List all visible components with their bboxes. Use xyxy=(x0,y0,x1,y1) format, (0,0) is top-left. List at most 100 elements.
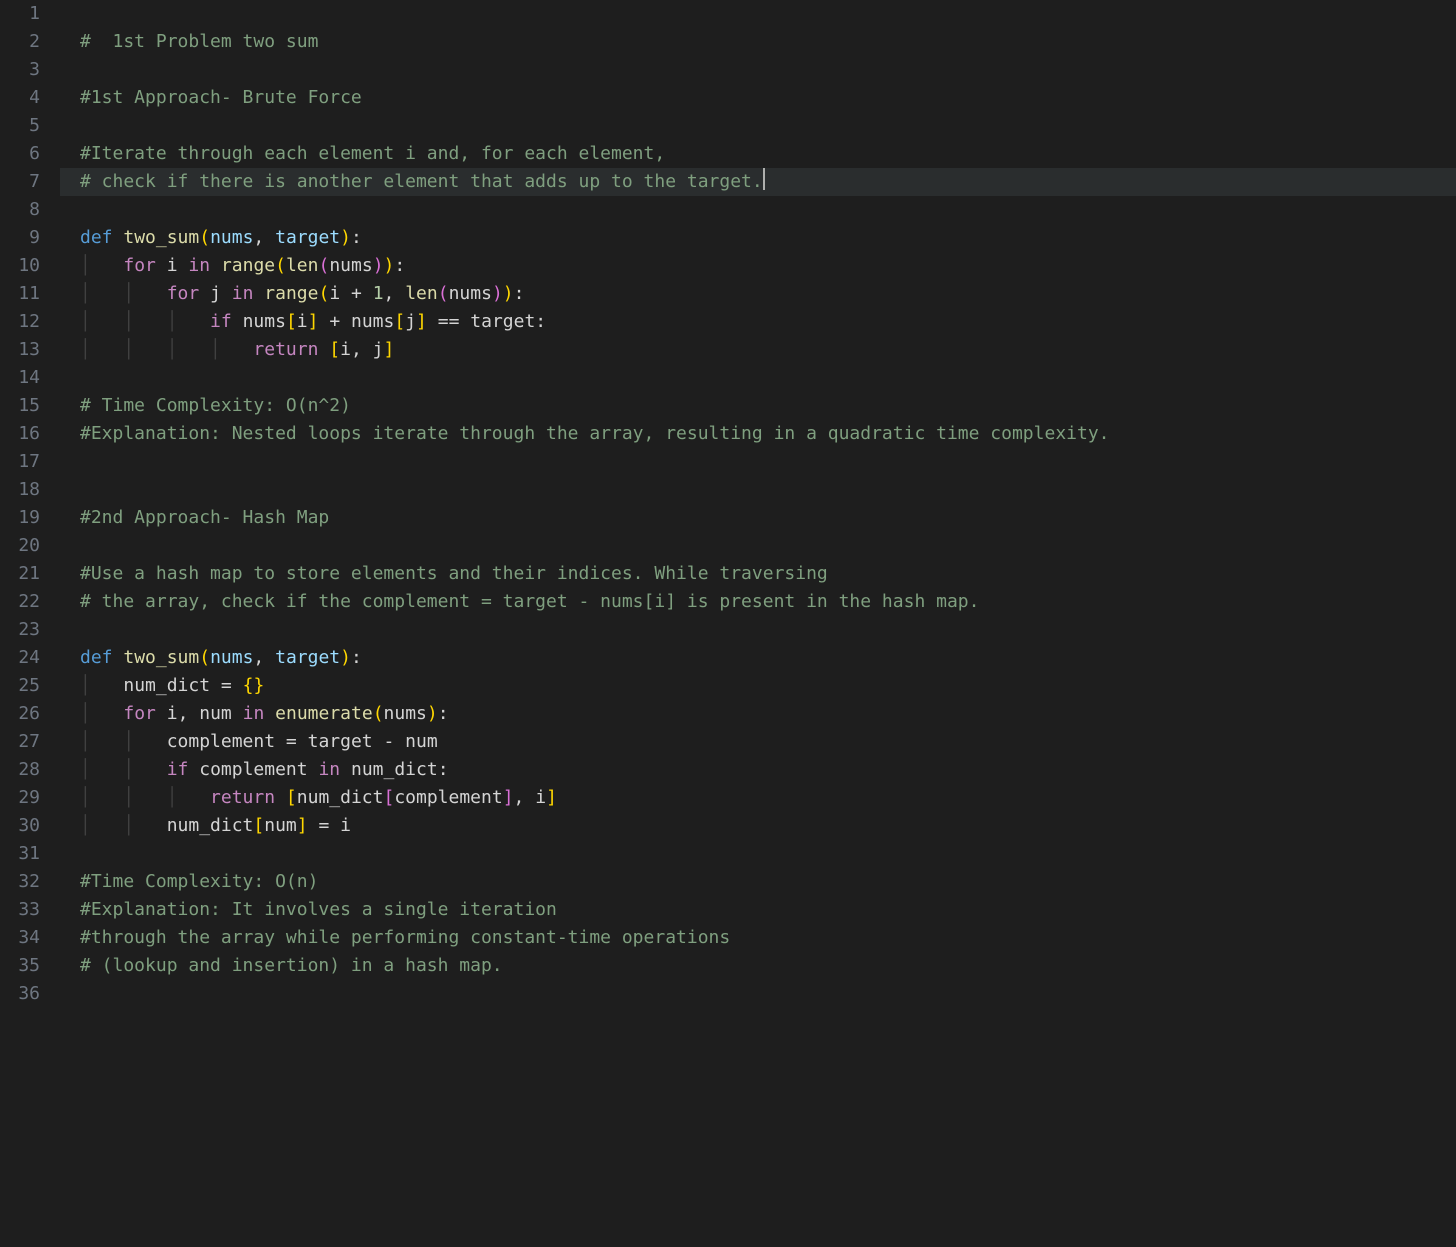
line-number: 36 xyxy=(0,980,40,1008)
token: : xyxy=(438,703,449,724)
code-line[interactable]: │ for i in range(len(nums)): xyxy=(80,252,1456,280)
token: in xyxy=(318,759,340,780)
token xyxy=(427,311,438,332)
token: ) xyxy=(373,255,384,276)
token: # (lookup and insertion) in a hash map. xyxy=(80,955,503,976)
token: : xyxy=(351,647,362,668)
code-line[interactable] xyxy=(80,448,1456,476)
token: : xyxy=(514,283,525,304)
token xyxy=(275,731,286,752)
token xyxy=(275,787,286,808)
code-line[interactable]: │ │ │ │ return [i, j] xyxy=(80,336,1456,364)
code-line[interactable] xyxy=(80,112,1456,140)
code-line[interactable]: #1st Approach- Brute Force xyxy=(80,84,1456,112)
token: j xyxy=(405,311,416,332)
token xyxy=(362,283,373,304)
token: # check if there is another element that… xyxy=(80,171,763,192)
token: nums xyxy=(351,311,394,332)
code-line[interactable] xyxy=(80,0,1456,28)
code-line[interactable]: # the array, check if the complement = t… xyxy=(80,588,1456,616)
token: #Time Complexity: O(n) xyxy=(80,871,318,892)
code-editor[interactable]: 1234567891011121314151617181920212223242… xyxy=(0,0,1456,1247)
code-line[interactable] xyxy=(80,980,1456,1008)
line-number: 15 xyxy=(0,392,40,420)
token xyxy=(188,703,199,724)
code-line[interactable] xyxy=(80,616,1456,644)
code-line[interactable]: # Time Complexity: O(n^2) xyxy=(80,392,1456,420)
token: def xyxy=(80,647,113,668)
token: , xyxy=(514,787,525,808)
token: 1 xyxy=(373,283,384,304)
token xyxy=(199,283,210,304)
code-line[interactable]: #Time Complexity: O(n) xyxy=(80,868,1456,896)
line-number: 24 xyxy=(0,644,40,672)
token: def xyxy=(80,227,113,248)
code-line[interactable]: #Iterate through each element i and, for… xyxy=(80,140,1456,168)
token: nums xyxy=(329,255,372,276)
token xyxy=(113,647,124,668)
token: │ xyxy=(80,675,123,696)
token: in xyxy=(232,283,254,304)
line-number-gutter: 1234567891011121314151617181920212223242… xyxy=(0,0,60,1247)
token xyxy=(340,311,351,332)
line-number: 32 xyxy=(0,868,40,896)
code-line[interactable] xyxy=(80,476,1456,504)
token: │ │ xyxy=(80,759,167,780)
code-line[interactable]: │ for i, num in enumerate(nums): xyxy=(80,700,1456,728)
token: nums xyxy=(210,227,253,248)
token: ( xyxy=(275,255,286,276)
token xyxy=(394,283,405,304)
token: == xyxy=(438,311,460,332)
token: #2nd Approach- Hash Map xyxy=(80,507,329,528)
code-line[interactable]: # (lookup and insertion) in a hash map. xyxy=(80,952,1456,980)
code-line[interactable] xyxy=(80,364,1456,392)
code-line[interactable]: │ │ │ return [num_dict[complement], i] xyxy=(80,784,1456,812)
code-line[interactable] xyxy=(80,196,1456,224)
code-line[interactable]: #Explanation: Nested loops iterate throu… xyxy=(80,420,1456,448)
code-line[interactable]: │ num_dict = {} xyxy=(80,672,1456,700)
token: complement xyxy=(199,759,307,780)
token: │ │ │ xyxy=(80,787,210,808)
token: len xyxy=(286,255,319,276)
code-line[interactable]: # check if there is another element that… xyxy=(60,168,1456,196)
code-line[interactable]: #Use a hash map to store elements and th… xyxy=(80,560,1456,588)
token: two_sum xyxy=(123,647,199,668)
code-line[interactable]: def two_sum(nums, target): xyxy=(80,644,1456,672)
token xyxy=(113,227,124,248)
token xyxy=(318,311,329,332)
code-line[interactable]: │ │ num_dict[num] = i xyxy=(80,812,1456,840)
token: i xyxy=(340,339,351,360)
token xyxy=(156,255,167,276)
code-line[interactable]: #2nd Approach- Hash Map xyxy=(80,504,1456,532)
token: num_dict xyxy=(167,815,254,836)
token: : xyxy=(438,759,449,780)
token: j xyxy=(373,339,384,360)
code-line[interactable]: def two_sum(nums, target): xyxy=(80,224,1456,252)
token: │ │ xyxy=(80,283,167,304)
token: = xyxy=(318,815,329,836)
code-line[interactable]: │ │ complement = target - num xyxy=(80,728,1456,756)
code-line[interactable]: │ │ for j in range(i + 1, len(nums)): xyxy=(80,280,1456,308)
token: [ xyxy=(286,787,297,808)
token xyxy=(340,283,351,304)
line-number: 20 xyxy=(0,532,40,560)
token: ] xyxy=(308,311,319,332)
token xyxy=(459,311,470,332)
code-area[interactable]: # 1st Problem two sum #1st Approach- Brut… xyxy=(60,0,1456,1247)
code-line[interactable] xyxy=(80,840,1456,868)
line-number: 19 xyxy=(0,504,40,532)
code-line[interactable]: │ │ if complement in num_dict: xyxy=(80,756,1456,784)
token: ] xyxy=(546,787,557,808)
line-number: 8 xyxy=(0,196,40,224)
code-line[interactable]: #Explanation: It involves a single itera… xyxy=(80,896,1456,924)
code-line[interactable] xyxy=(80,56,1456,84)
token: for xyxy=(123,703,156,724)
token: , xyxy=(178,703,189,724)
line-number: 22 xyxy=(0,588,40,616)
code-line[interactable]: #through the array while performing cons… xyxy=(80,924,1456,952)
code-line[interactable]: │ │ │ if nums[i] + nums[j] == target: xyxy=(80,308,1456,336)
token xyxy=(308,815,319,836)
code-line[interactable]: # 1st Problem two sum xyxy=(80,28,1456,56)
token xyxy=(232,311,243,332)
code-line[interactable] xyxy=(80,532,1456,560)
